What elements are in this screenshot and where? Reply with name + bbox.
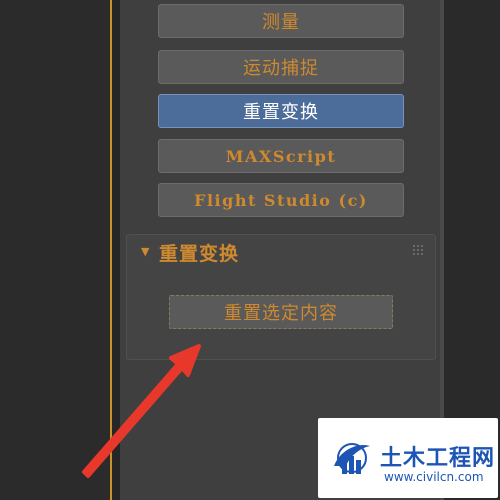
panel-separator xyxy=(112,0,120,500)
reset-selected-button[interactable]: 重置选定内容 xyxy=(169,295,393,329)
watermark-name: 土木工程网 xyxy=(380,446,496,471)
measure-button[interactable]: 测量 xyxy=(158,4,404,38)
maxscript-button[interactable]: MAXScript xyxy=(158,139,404,173)
grip-icon[interactable] xyxy=(413,245,423,255)
reset-xform-rollout: ▼ 重置变换 重置选定内容 xyxy=(126,234,436,360)
triangle-down-icon[interactable]: ▼ xyxy=(141,245,149,258)
reset-xform-button[interactable]: 重置变换 xyxy=(158,94,404,128)
flight-studio-button[interactable]: Flight Studio (c) xyxy=(158,183,404,217)
civilcn-logo-icon xyxy=(334,443,370,474)
watermark: 土木工程网 www.civilcn.com xyxy=(318,418,498,498)
motion-capture-button[interactable]: 运动捕捉 xyxy=(158,50,404,84)
watermark-url: www.civilcn.com xyxy=(384,470,484,484)
viewport-left-region[interactable] xyxy=(0,0,110,500)
rollout-title[interactable]: 重置变换 xyxy=(159,239,239,266)
